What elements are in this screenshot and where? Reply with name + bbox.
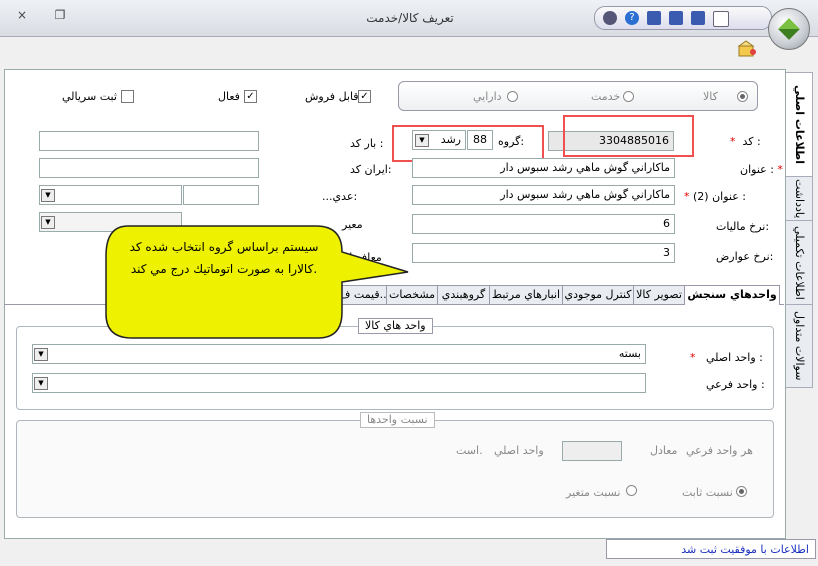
- restore-button[interactable]: ❐: [52, 8, 68, 22]
- group-highlight: [392, 125, 544, 162]
- app-logo: [768, 8, 810, 50]
- is-text: است.: [456, 444, 483, 457]
- save-icon[interactable]: [647, 11, 661, 25]
- toolbar: ?: [594, 6, 772, 30]
- tab-image[interactable]: تصوير كالا: [633, 285, 685, 304]
- title2-field[interactable]: ماكاراني گوش ماهي رشد سبوس دار: [412, 185, 675, 205]
- sub-unit-label: واحد فرعي :: [706, 378, 765, 391]
- variable-ratio-label: نسبت متغير: [566, 486, 621, 499]
- tax-field[interactable]: 6: [412, 214, 675, 234]
- tools-icon[interactable]: [603, 11, 617, 25]
- code-label: * كد :: [730, 135, 761, 148]
- side-tab-faq[interactable]: سوالات متداول: [786, 304, 813, 388]
- ratio-group-title: نسبت واحدها: [360, 412, 435, 428]
- tab-grouping[interactable]: گروهبندي: [437, 285, 490, 304]
- ratio-value-field[interactable]: [562, 441, 622, 461]
- barcode-label: بار كد :: [350, 137, 384, 150]
- active-label: فعال: [218, 90, 240, 103]
- radio-goods-label: كالا: [703, 90, 718, 103]
- chevron-down-icon[interactable]: ▼: [41, 189, 55, 202]
- main-unit-label: * واحد اصلي :: [690, 351, 763, 364]
- duty-field[interactable]: 3: [412, 243, 675, 263]
- barcode-field[interactable]: [39, 131, 259, 151]
- code-highlight: [563, 115, 694, 157]
- status-bar: اطلاعات با موفقيت ثبت شد: [606, 539, 816, 559]
- side-tab-extra-info[interactable]: اطلاعات تكميلي: [786, 220, 813, 306]
- close-button[interactable]: ×: [14, 8, 30, 22]
- radio-asset-label: دارايي: [473, 90, 502, 103]
- radio-variable-ratio[interactable]: [626, 485, 637, 496]
- tab-inventory[interactable]: كنترل موجودي: [562, 285, 634, 304]
- radio-asset[interactable]: [507, 91, 518, 102]
- package-icon[interactable]: [736, 40, 758, 58]
- sellable-label: قابل فروش: [305, 90, 359, 103]
- main-unit-field[interactable]: بسته: [32, 344, 646, 364]
- title-label: عنوان : *: [740, 163, 783, 176]
- tab-warehouses[interactable]: انبارهاي مرتبط: [489, 285, 563, 304]
- save-as-icon[interactable]: [669, 11, 683, 25]
- sub-unit-field[interactable]: [32, 373, 646, 393]
- serial-label: ثبت سريالي: [62, 90, 117, 103]
- chevron-down-icon[interactable]: ▼: [34, 348, 48, 361]
- callout-bubble: سيستم براساس گروه انتخاب شده كد كالارا ب…: [66, 212, 409, 340]
- save-close-icon[interactable]: [691, 11, 705, 25]
- units-group-title: واحد هاي كالا: [358, 318, 433, 334]
- active-checkbox[interactable]: ✓: [244, 90, 257, 103]
- chevron-down-icon[interactable]: ▼: [41, 216, 55, 229]
- duty-label: نرخ عوارض:: [716, 250, 774, 263]
- title-field[interactable]: ماكاراني گوش ماهي رشد سبوس دار: [412, 158, 675, 178]
- ratio-group: [16, 420, 774, 518]
- serial-checkbox[interactable]: [121, 90, 134, 103]
- radio-fixed-ratio[interactable]: [736, 486, 747, 497]
- radio-service-label: خدمت: [591, 90, 621, 103]
- tab-units[interactable]: واحدهاي سنجش: [684, 285, 780, 305]
- new-document-icon[interactable]: [713, 11, 729, 27]
- title2-label: * عنوان (2) :: [684, 190, 746, 203]
- radio-goods[interactable]: [737, 91, 748, 102]
- fixed-ratio-label: نسبت ثابت: [682, 486, 733, 499]
- window-title: تعريف كالا/خدمت: [366, 11, 454, 25]
- side-tab-notes[interactable]: يادداشت: [786, 176, 813, 222]
- chevron-down-icon[interactable]: ▼: [34, 377, 48, 390]
- main-unit-text: واحد اصلي: [494, 444, 544, 457]
- radio-service[interactable]: [623, 91, 634, 102]
- item-type-group: كالا خدمت دارايي: [398, 81, 758, 111]
- sellable-checkbox[interactable]: ✓: [358, 90, 371, 103]
- callout-text: سيستم براساس گروه انتخاب شده كد كالارا ب…: [129, 240, 319, 276]
- each-sub-unit-text: هر واحد فرعي: [686, 444, 753, 457]
- tax-label: نرخ ماليات:: [716, 220, 770, 233]
- help-icon[interactable]: ?: [625, 11, 639, 25]
- side-tab-main-info[interactable]: اطلاعات اصلي: [786, 72, 813, 178]
- equals-text: معادل: [650, 444, 678, 457]
